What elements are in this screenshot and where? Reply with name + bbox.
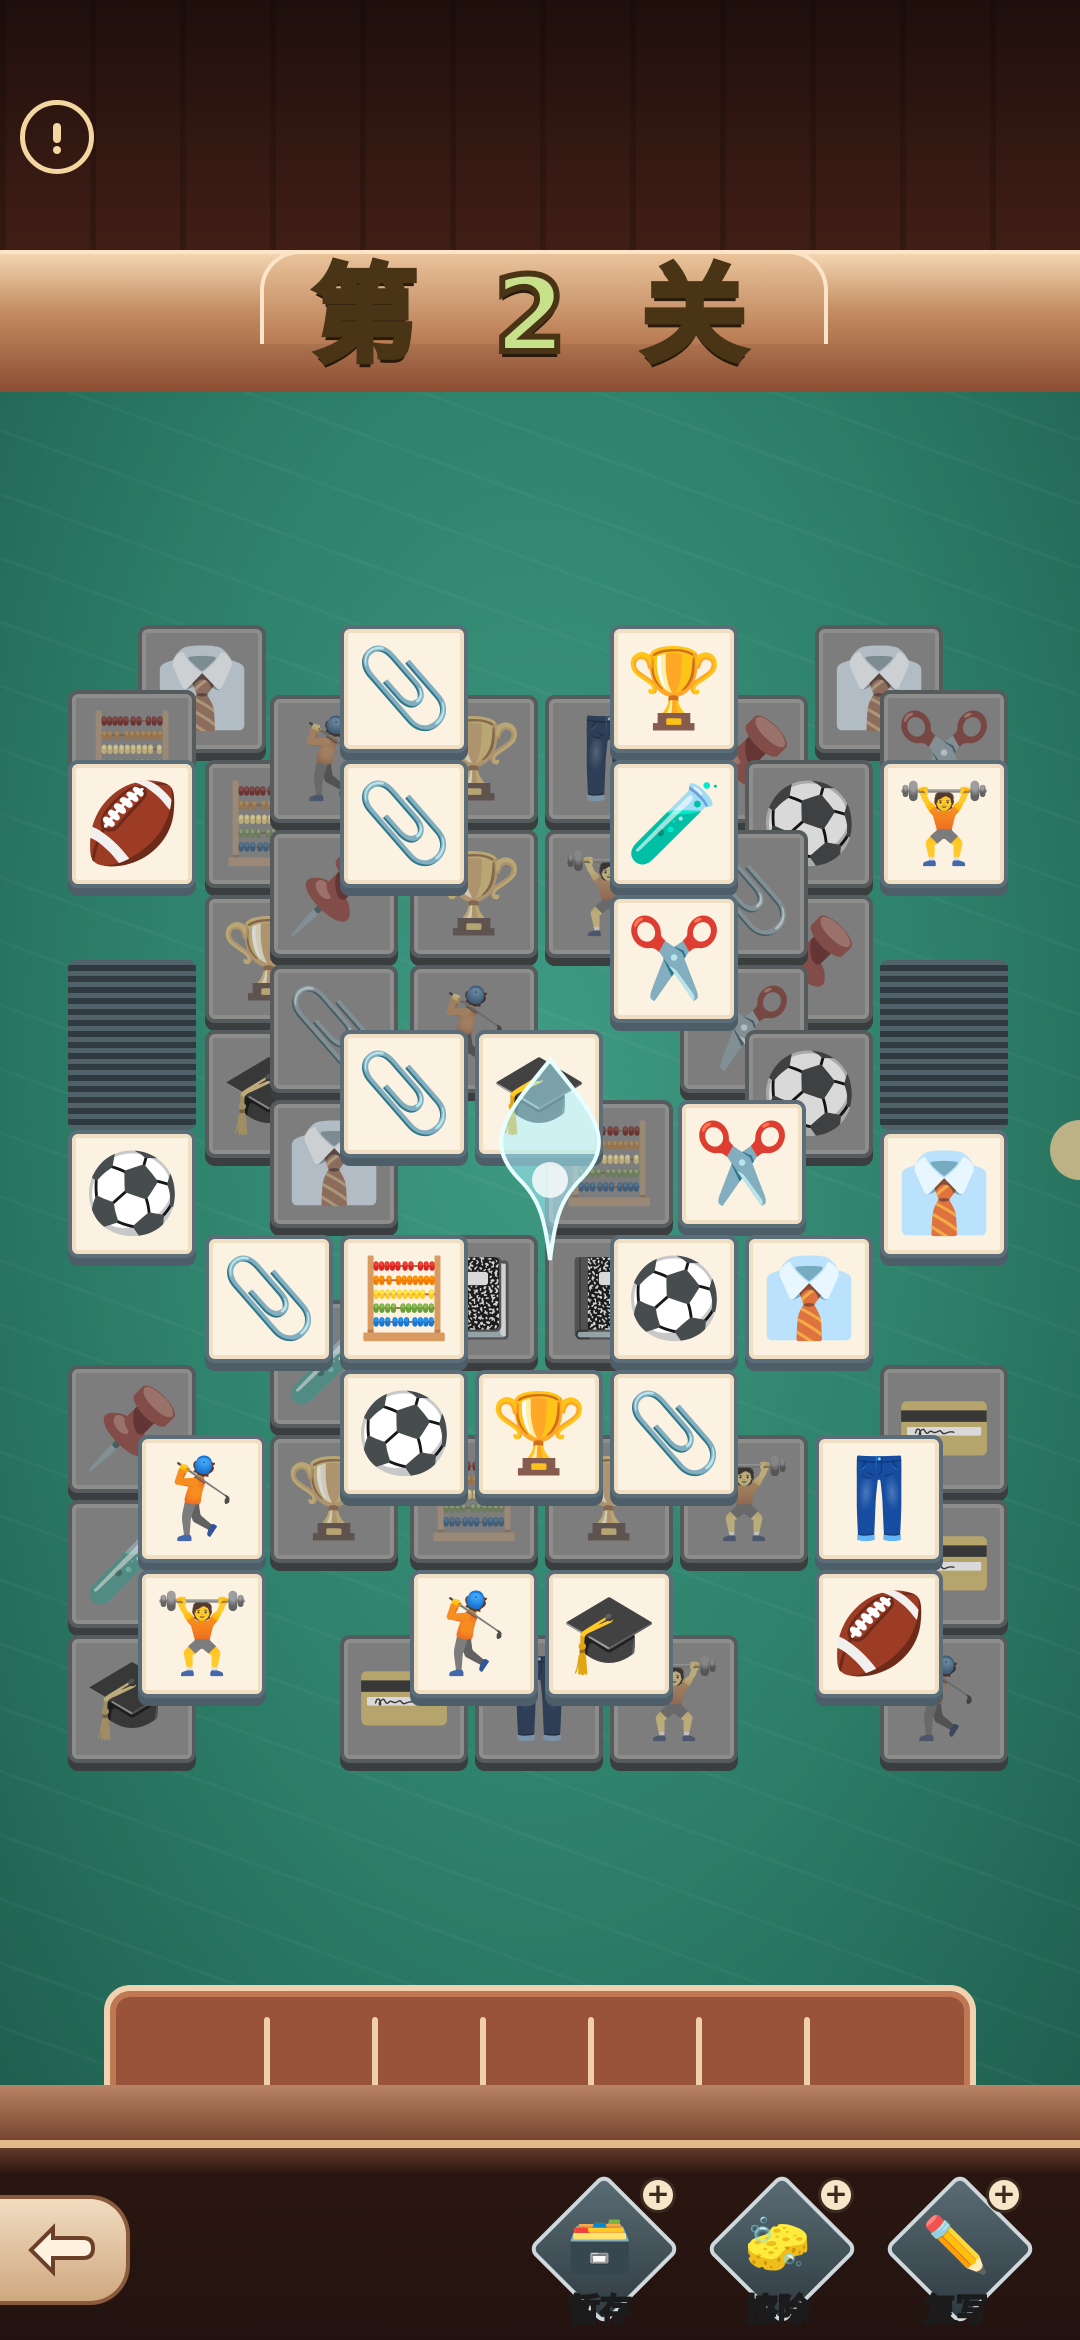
add-icon[interactable]: + [986, 2177, 1022, 2213]
box-icon: 🗃️ [566, 2213, 634, 2276]
tile[interactable]: 👔 [880, 1130, 1008, 1258]
pencil-icon: ✏️ [922, 2213, 990, 2276]
tool-label: 复写 [923, 2290, 989, 2330]
tile[interactable]: 🧪 [610, 760, 738, 888]
tool-label: 暂存 [567, 2290, 633, 2330]
tile[interactable]: 📎 [340, 1030, 468, 1158]
add-icon[interactable]: + [640, 2177, 676, 2213]
tile[interactable]: 🏈 [815, 1570, 943, 1698]
tile[interactable]: 📎 [340, 625, 468, 753]
tile[interactable]: ⚽ [340, 1370, 468, 1498]
info-button[interactable] [20, 100, 94, 174]
tile[interactable]: ✂️ [610, 895, 738, 1023]
back-button[interactable] [0, 2195, 130, 2305]
tile-stack-left [68, 960, 196, 1130]
eraser-icon: 🧽 [744, 2213, 812, 2276]
tile[interactable]: 🏌️ [410, 1570, 538, 1698]
bottom-divider [0, 2140, 1080, 2148]
tile[interactable]: 🏋️ [138, 1570, 266, 1698]
tile-stack-right [880, 960, 1008, 1130]
exclamation-circle-icon [53, 123, 61, 154]
store-tool-button[interactable]: 🗃️ 暂存 + [527, 2172, 681, 2330]
add-icon[interactable]: + [818, 2177, 854, 2213]
tile[interactable]: ⚽ [68, 1130, 196, 1258]
level-title: 第 2 关 [311, 251, 767, 379]
erase-tool-button[interactable]: 🧽 擦除 + [705, 2172, 859, 2330]
tile[interactable]: 📎 [205, 1235, 333, 1363]
sparkle-effect-icon [499, 1056, 601, 1261]
tile[interactable]: 🏆 [475, 1370, 603, 1498]
tile[interactable]: 🎓 [545, 1570, 673, 1698]
copy-tool-button[interactable]: ✏️ 复写 + [883, 2172, 1037, 2330]
tool-label: 擦除 [745, 2290, 811, 2330]
tile[interactable]: 📎 [610, 1370, 738, 1498]
return-arrow-icon [28, 2223, 96, 2277]
tile[interactable]: 🏈 [68, 760, 196, 888]
tile[interactable]: 👔 [745, 1235, 873, 1363]
tile[interactable]: ✂️ [678, 1100, 806, 1228]
tile[interactable]: 👖 [815, 1435, 943, 1563]
tile[interactable]: 🏆 [610, 625, 738, 753]
tile[interactable]: 📎 [340, 760, 468, 888]
tile[interactable]: 🏋️ [880, 760, 1008, 888]
tile[interactable]: 🏌️ [138, 1435, 266, 1563]
tile[interactable]: 🧮 [340, 1235, 468, 1363]
